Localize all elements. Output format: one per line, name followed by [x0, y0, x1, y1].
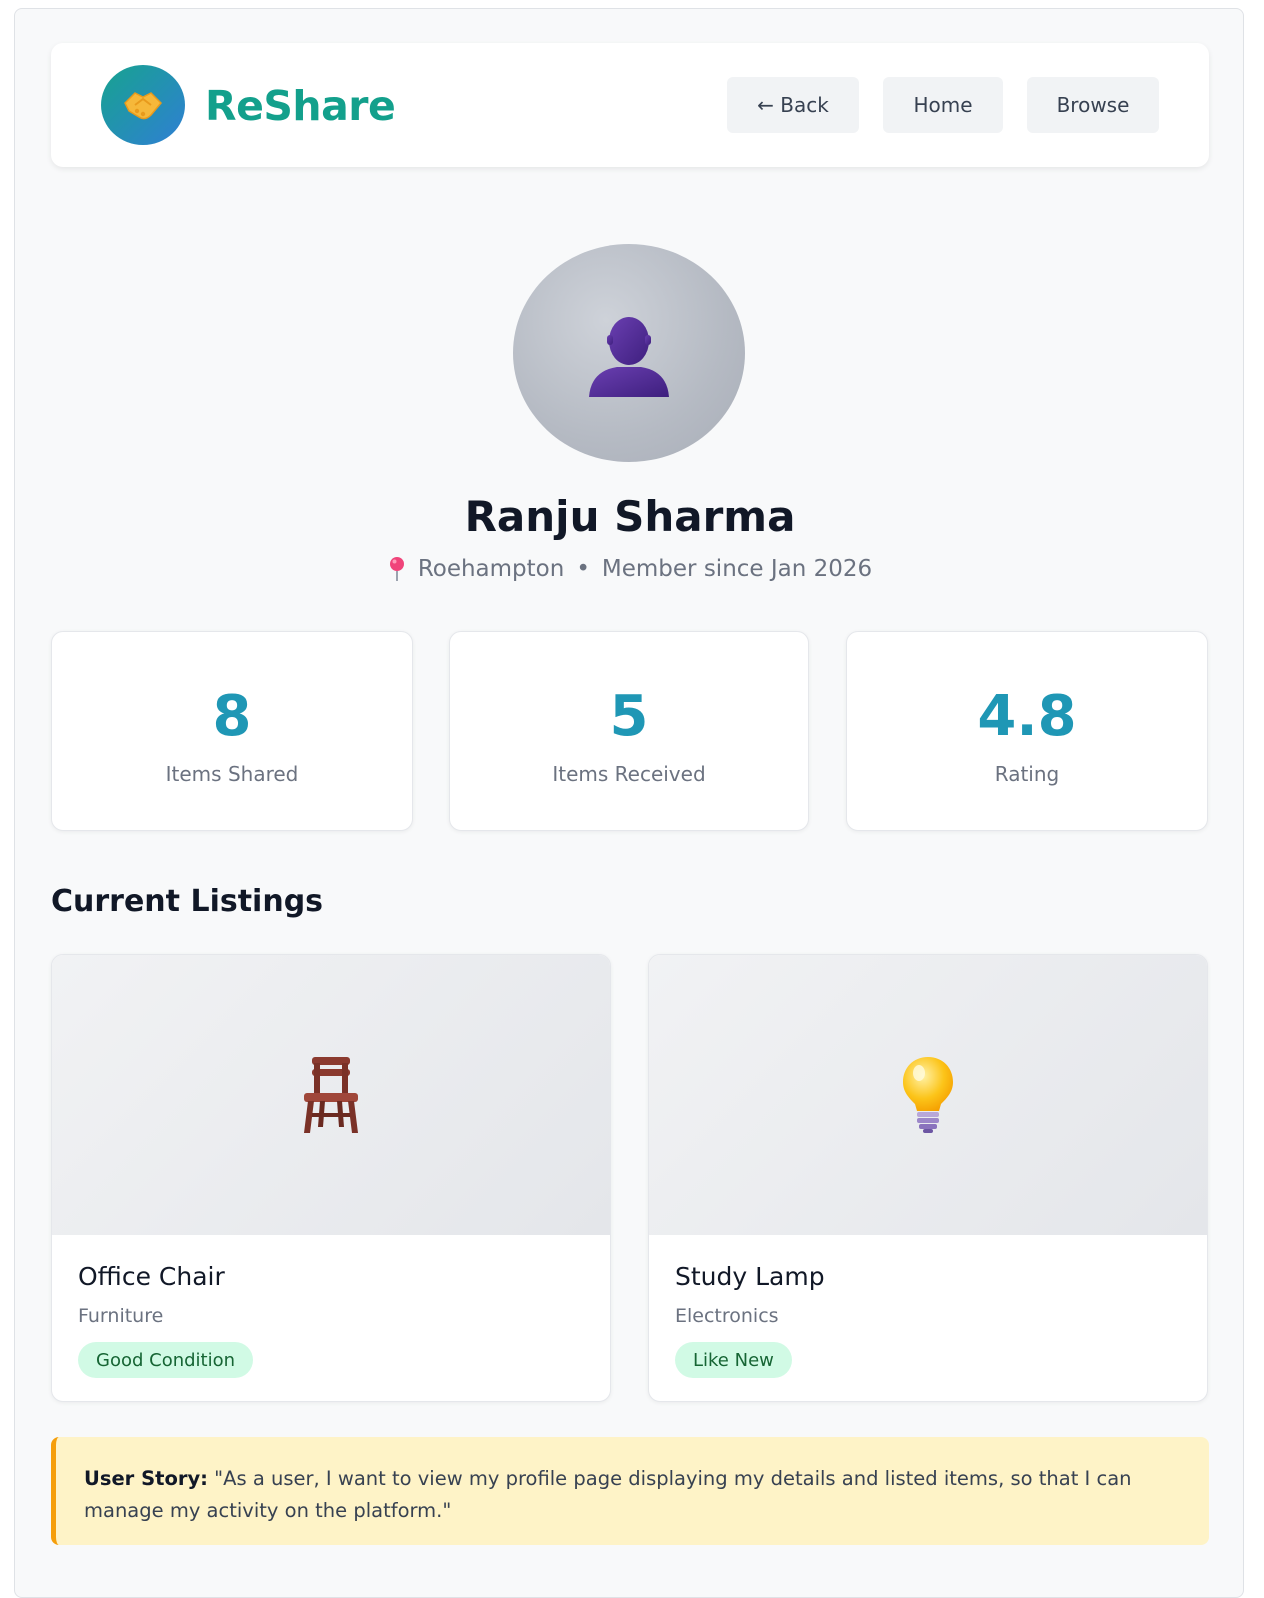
- listing-category: Electronics: [675, 1305, 779, 1327]
- stat-card-items-shared: 8 Items Shared: [51, 631, 413, 831]
- condition-badge: Like New: [675, 1342, 792, 1378]
- profile-member-since: Member since Jan 2026: [601, 556, 873, 582]
- listing-title: Office Chair: [78, 1262, 225, 1291]
- stat-card-rating: 4.8 Rating: [846, 631, 1208, 831]
- handshake-glyph: [124, 92, 163, 120]
- profile-meta: Roehampton • Member since Jan 2026: [15, 554, 1245, 584]
- listing-card-office-chair[interactable]: Office Chair Furniture Good Condition: [51, 954, 611, 1402]
- site-header: ReShare ← Back Home Browse: [51, 43, 1209, 167]
- user-silhouette-icon: [589, 317, 669, 397]
- avatar: [513, 244, 745, 462]
- brand-name[interactable]: ReShare: [205, 81, 396, 131]
- browse-button[interactable]: Browse: [1027, 77, 1159, 133]
- profile-location: Roehampton: [417, 556, 565, 582]
- stat-value: 4.8: [977, 684, 1077, 749]
- stat-value: 5: [609, 684, 649, 749]
- listing-card-study-lamp[interactable]: Study Lamp Electronics Like New: [648, 954, 1208, 1402]
- condition-badge: Good Condition: [78, 1342, 254, 1378]
- meta-separator: •: [576, 556, 590, 582]
- chair-icon: [304, 1057, 358, 1133]
- listing-image: [649, 955, 1207, 1235]
- user-story-callout: User Story: "As a user, I want to view m…: [51, 1437, 1209, 1545]
- handshake-icon[interactable]: [101, 65, 185, 145]
- listing-image: [52, 955, 610, 1235]
- light-bulb-icon: [903, 1057, 953, 1133]
- section-title-current-listings: Current Listings: [51, 884, 324, 919]
- stat-label: Items Received: [552, 762, 706, 786]
- profile-name: Ranju Sharma: [464, 492, 796, 541]
- stat-label: Rating: [994, 762, 1060, 786]
- home-button[interactable]: Home: [883, 77, 1003, 133]
- listing-category: Furniture: [78, 1305, 164, 1327]
- pin-icon: [389, 557, 404, 581]
- user-story-text: "As a user, I want to view my profile pa…: [84, 1467, 1132, 1522]
- user-story-label: User Story:: [84, 1467, 208, 1490]
- page-frame: ReShare ← Back Home Browse Ranju Sharma …: [14, 8, 1244, 1598]
- stat-value: 8: [212, 684, 252, 749]
- stat-label: Items Shared: [165, 762, 299, 786]
- listing-title: Study Lamp: [675, 1262, 825, 1291]
- back-button[interactable]: ← Back: [727, 77, 859, 133]
- stat-card-items-received: 5 Items Received: [449, 631, 809, 831]
